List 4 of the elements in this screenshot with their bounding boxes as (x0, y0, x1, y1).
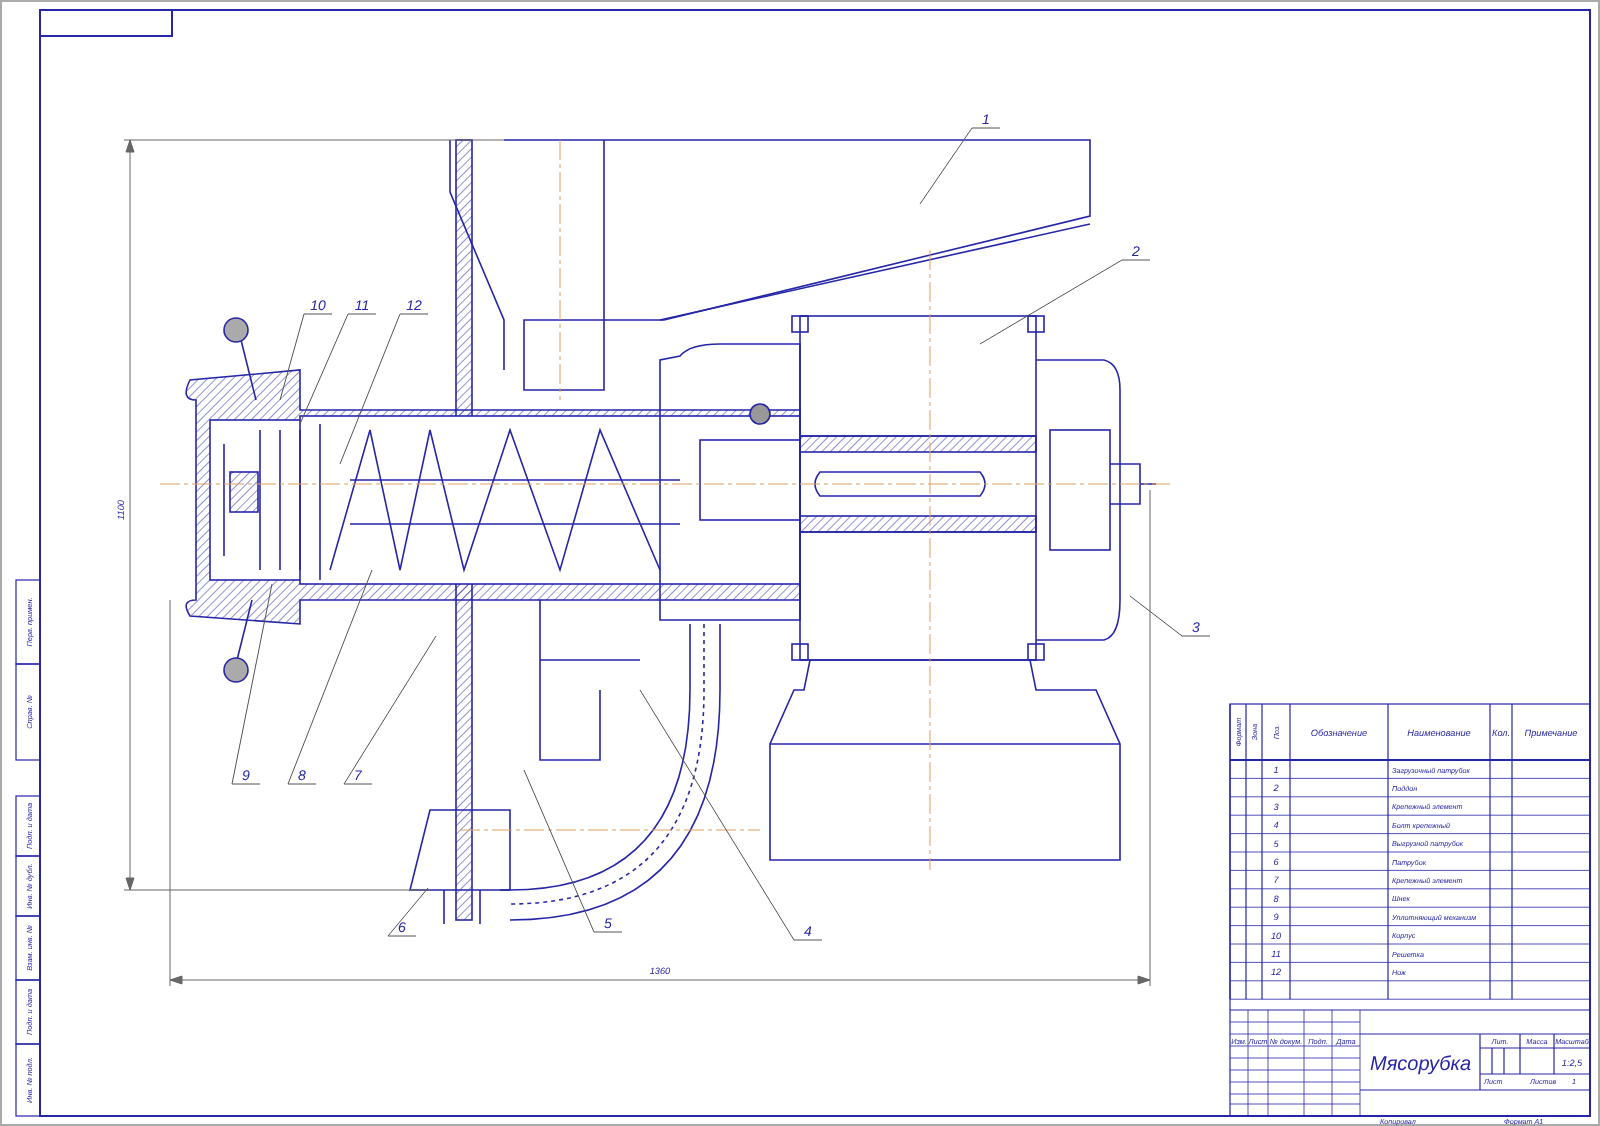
leader-line (919, 127, 1001, 205)
leader-line (1129, 595, 1211, 637)
drawing-title: Мясорубка (1370, 1054, 1472, 1076)
leader-line (387, 887, 429, 937)
